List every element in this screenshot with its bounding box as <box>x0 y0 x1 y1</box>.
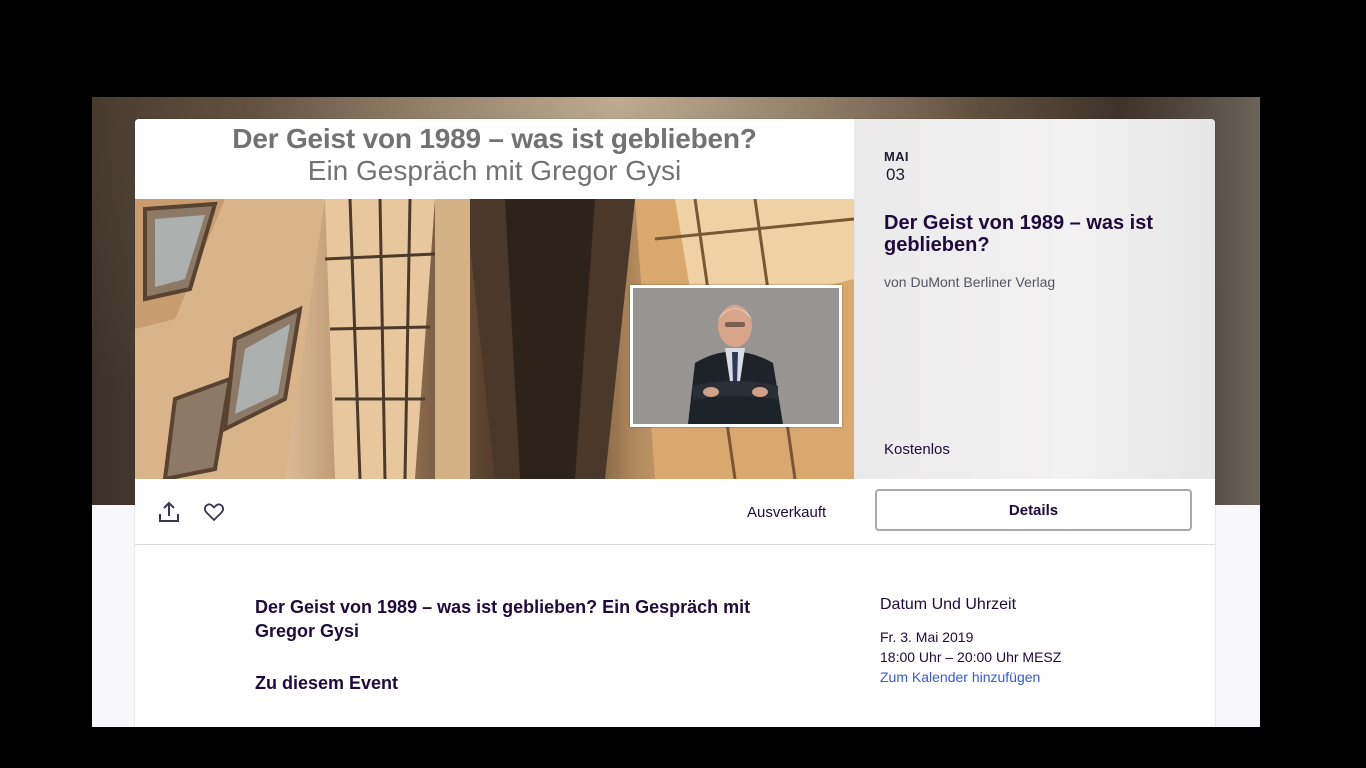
event-organizer: von DuMont Berliner Verlag <box>884 274 1056 290</box>
date-time-sidebar: Datum Und Uhrzeit Fr. 3. Mai 2019 18:00 … <box>880 596 1180 687</box>
event-month: MAI <box>884 149 909 164</box>
event-card: Der Geist von 1989 – was ist geblieben? … <box>135 119 1215 727</box>
action-bar: Ausverkauft Details <box>135 479 1215 545</box>
hero-banner-title: Der Geist von 1989 – was ist geblieben? <box>232 123 757 154</box>
like-button[interactable] <box>201 499 227 525</box>
share-button[interactable] <box>156 499 182 525</box>
hero-banner: Der Geist von 1989 – was ist geblieben? … <box>135 119 854 199</box>
event-info-panel: MAI 03 Der Geist von 1989 – was ist gebl… <box>854 119 1215 479</box>
hero-banner-subtitle: Ein Gespräch mit Gregor Gysi <box>307 155 682 186</box>
date-time-heading: Datum Und Uhrzeit <box>880 596 1017 613</box>
speaker-illustration <box>633 288 839 424</box>
event-hero-image: Der Geist von 1989 – was ist geblieben? … <box>135 119 854 479</box>
event-day: 03 <box>886 165 905 184</box>
about-event-heading: Zu diesem Event <box>255 673 399 693</box>
details-button[interactable]: Details <box>875 489 1192 531</box>
share-icon <box>159 501 179 522</box>
add-to-calendar-link[interactable]: Zum Kalender hinzufügen <box>880 669 1040 685</box>
ticket-status: Ausverkauft <box>747 504 827 521</box>
event-time: 18:00 Uhr – 20:00 Uhr MESZ <box>880 649 1062 665</box>
heart-icon <box>203 503 225 521</box>
event-title: Der Geist von 1989 – was ist geblieben? <box>884 212 1154 256</box>
description-heading: Der Geist von 1989 – was ist geblieben? … <box>255 597 751 641</box>
event-price: Kostenlos <box>884 441 950 458</box>
event-page: Der Geist von 1989 – was ist geblieben? … <box>92 97 1260 727</box>
event-date: Fr. 3. Mai 2019 <box>880 629 974 645</box>
speaker-portrait <box>630 285 842 427</box>
event-description: Der Geist von 1989 – was ist geblieben? … <box>255 595 785 694</box>
